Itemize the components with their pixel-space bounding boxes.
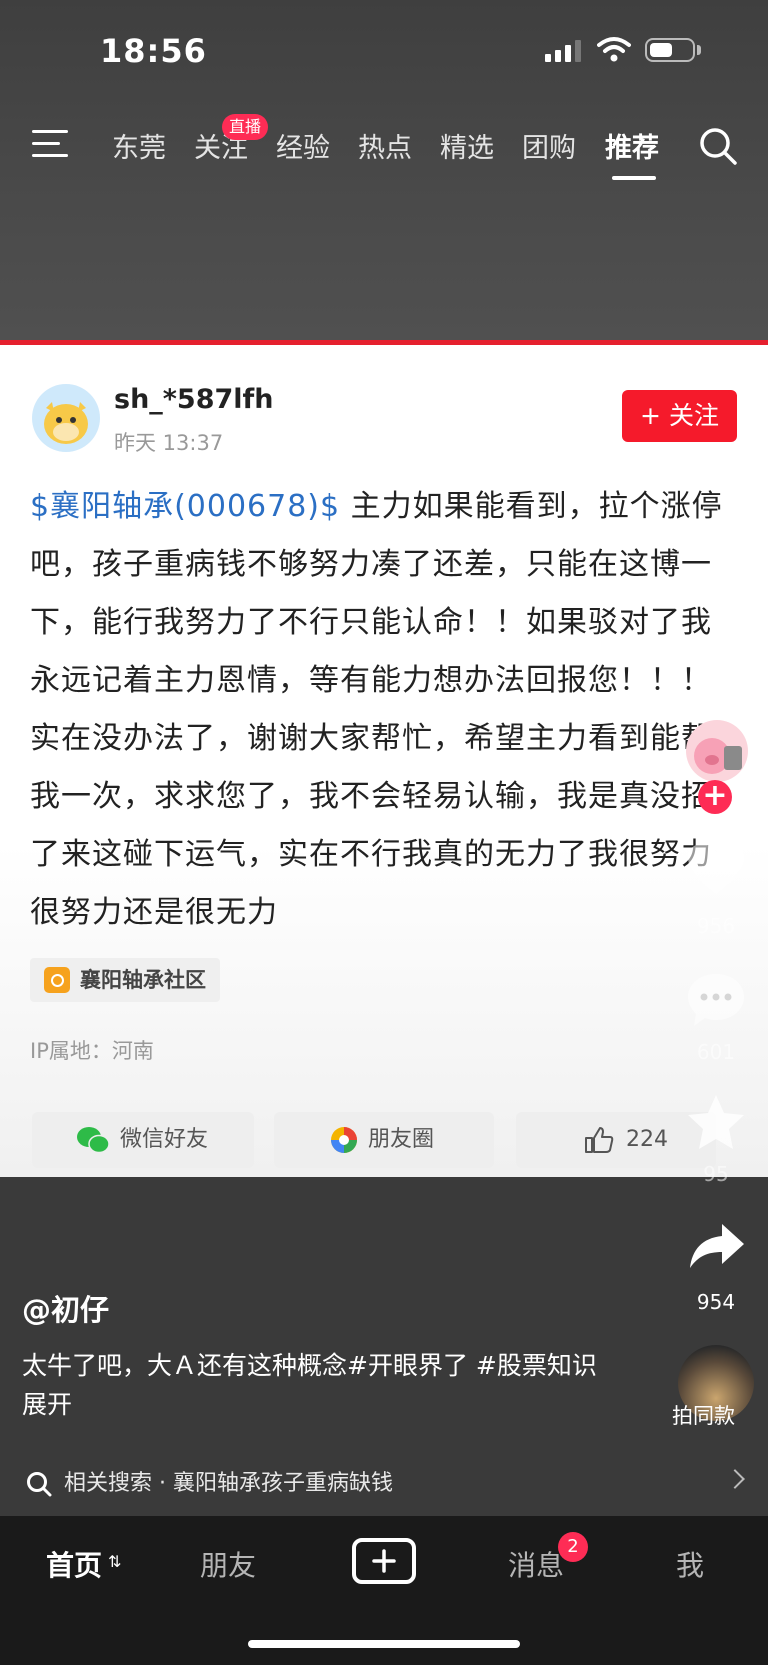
post-body: $襄阳轴承(000678)$ 主力如果能看到，拉个涨停吧，孩子重病钱不够努力凑了… — [30, 478, 740, 942]
thumbs-up-icon — [585, 1127, 614, 1153]
share-count: 954 — [696, 1290, 736, 1314]
battery-icon — [645, 38, 695, 62]
live-badge: 直播 — [222, 114, 269, 140]
moments-icon — [331, 1127, 357, 1153]
cow-avatar-icon — [44, 402, 88, 444]
nav-messages[interactable]: 消息 — [508, 1544, 564, 1584]
same-style-label[interactable]: 拍同款 — [672, 1400, 735, 1430]
community-tag[interactable]: 襄阳轴承社区 — [30, 958, 220, 1002]
post-username[interactable]: sh_*587lfh — [114, 384, 274, 415]
post-like-count: 224 — [626, 1127, 668, 1152]
search-icon[interactable] — [698, 126, 738, 166]
avatar[interactable] — [32, 384, 100, 452]
create-post-button[interactable] — [352, 1538, 416, 1584]
related-search-label: 相关搜索 · 襄阳轴承孩子重病缺钱 — [64, 1471, 393, 1496]
tab-hot[interactable]: 热点 — [358, 126, 412, 165]
favorite-star-icon[interactable] — [686, 1093, 746, 1151]
status-time: 18:56 — [100, 32, 207, 70]
messages-badge: 2 — [558, 1532, 588, 1562]
like-count: 956 — [696, 914, 736, 938]
related-search-icon — [27, 1472, 52, 1497]
share-arrow-icon[interactable] — [688, 1222, 746, 1270]
home-indicator — [248, 1640, 520, 1648]
chevron-right-icon — [725, 1469, 745, 1489]
follow-button[interactable]: + 关注 — [622, 390, 737, 442]
share-moments-button[interactable]: 朋友圈 — [274, 1112, 494, 1168]
video-author[interactable]: @初仔 — [22, 1287, 109, 1329]
follow-creator-button[interactable]: + — [698, 780, 732, 814]
related-search-bar[interactable]: 相关搜索 · 襄阳轴承孩子重病缺钱 — [0, 1454, 768, 1514]
nav-home[interactable]: 首页 — [46, 1544, 102, 1584]
tab-experience[interactable]: 经验 — [276, 126, 330, 165]
moments-label: 朋友圈 — [368, 1127, 435, 1152]
post-text: 主力如果能看到，拉个涨停吧，孩子重病钱不够努力凑了还差，只能在这博一下，能行我努… — [30, 489, 723, 930]
ip-location: IP属地：河南 — [30, 1039, 154, 1063]
tab-featured[interactable]: 精选 — [440, 126, 494, 165]
nav-me[interactable]: 我 — [676, 1544, 704, 1584]
video-description[interactable]: 太牛了吧，大Ａ还有这种概念#开眼界了 #股票知识 展开 — [22, 1346, 612, 1424]
wechat-label: 微信好友 — [120, 1127, 209, 1152]
comment-count: 601 — [696, 1040, 736, 1064]
stock-tag-link[interactable]: $襄阳轴承(000678)$ — [30, 489, 340, 524]
community-label: 襄阳轴承社区 — [80, 968, 206, 992]
tab-recommend[interactable]: 推荐 — [605, 126, 659, 165]
nav-friends[interactable]: 朋友 — [200, 1544, 256, 1584]
pig-avatar-icon — [694, 738, 742, 774]
tab-dongguan[interactable]: 东莞 — [112, 126, 166, 165]
heart-icon[interactable] — [686, 842, 746, 896]
wifi-icon — [597, 37, 631, 62]
battery-nub — [697, 45, 701, 55]
tab-group-buy[interactable]: 团购 — [522, 126, 576, 165]
active-tab-indicator — [612, 176, 656, 180]
cellular-signal-icon — [545, 40, 585, 62]
refresh-toggle-icon[interactable]: ⇅ — [108, 1552, 121, 1571]
favorite-count: 95 — [703, 1162, 729, 1186]
post-time: 昨天 13:37 — [114, 431, 224, 455]
comment-icon[interactable] — [686, 972, 746, 1028]
share-wechat-button[interactable]: 微信好友 — [32, 1112, 254, 1168]
plus-icon — [372, 1549, 396, 1573]
wechat-icon — [77, 1127, 110, 1154]
menu-icon[interactable] — [32, 130, 68, 158]
community-icon — [44, 967, 70, 993]
creator-avatar[interactable] — [686, 720, 748, 782]
